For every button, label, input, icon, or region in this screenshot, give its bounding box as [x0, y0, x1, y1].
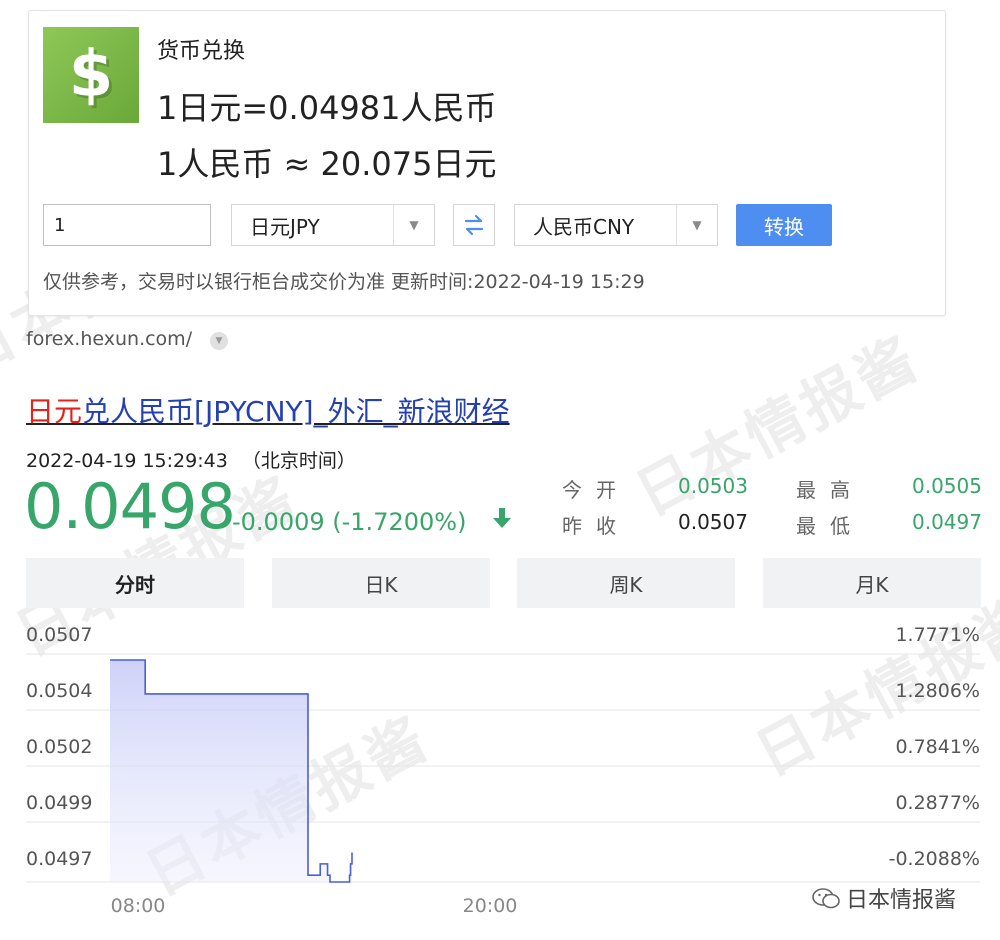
low-label: 最低 [796, 514, 864, 538]
watermark: 日本情报酱 [624, 323, 931, 530]
timezone-label: （北京时间） [241, 450, 356, 472]
currency-converter-card: $ 货币兑换 1日元=0.04981人民币 1人民币 ≈ 20.075日元 日元… [28, 10, 946, 316]
amount-input[interactable] [43, 204, 211, 246]
result-title-link[interactable]: 日元兑人民币[JPYCNY]_外汇_新浪财经 [26, 390, 510, 430]
to-currency-value: 人民币CNY [533, 214, 635, 239]
current-price: 0.0498 [24, 470, 236, 543]
dollar-icon: $ [43, 27, 139, 123]
y-tick-label-left: 0.0502 [26, 736, 92, 758]
x-tick-label: 08:00 [111, 895, 166, 917]
chevron-down-icon: ▼ [676, 205, 717, 245]
y-tick-label-right: 1.2806% [895, 680, 980, 702]
open-label: 今开 [562, 478, 630, 502]
from-currency-value: 日元JPY [250, 214, 320, 239]
open-value: 0.0503 [678, 474, 748, 498]
arrow-down-icon [493, 508, 511, 528]
chevron-down-icon[interactable]: ▼ [210, 332, 228, 350]
tab-intraday[interactable]: 分时 [26, 558, 244, 608]
timestamp-value: 2022-04-19 15:29:43 [26, 450, 228, 472]
wechat-tag: 日本情报酱 [812, 882, 956, 914]
y-tick-label-left: 0.0507 [26, 624, 92, 646]
y-tick-label-right: 0.7841% [895, 736, 980, 758]
y-tick-label-left: 0.0497 [26, 848, 92, 870]
high-value: 0.0505 [912, 474, 982, 498]
quote-timestamp: 2022-04-19 15:29:43 （北京时间） [26, 446, 356, 473]
result-title-highlight: 日元 [26, 395, 83, 428]
wechat-icon [812, 888, 840, 909]
converter-title: 货币兑换 [157, 39, 246, 64]
tab-daily-k[interactable]: 日K [272, 558, 490, 608]
tab-weekly-k[interactable]: 周K [517, 558, 735, 608]
low-value: 0.0497 [912, 510, 982, 534]
rate-cny-to-jpy: 1人民币 ≈ 20.075日元 [157, 145, 497, 183]
to-currency-select[interactable]: 人民币CNY ▼ [514, 204, 718, 246]
x-tick-label: 20:00 [463, 895, 518, 917]
rate-jpy-to-cny: 1日元=0.04981人民币 [157, 89, 497, 127]
prev-close-label: 昨收 [562, 514, 630, 538]
y-tick-label-right: 0.2877% [895, 792, 980, 814]
disclaimer-text: 仅供参考，交易时以银行柜台成交价为准 更新时间:2022-04-19 15:29 [43, 271, 645, 293]
y-tick-label-right: 1.7771% [895, 624, 980, 646]
wechat-account-name: 日本情报酱 [846, 888, 957, 913]
result-title-rest: 兑人民币[JPYCNY]_外汇_新浪财经 [82, 395, 510, 428]
high-label: 最高 [796, 478, 864, 502]
y-tick-label-left: 0.0504 [26, 680, 92, 702]
tab-monthly-k[interactable]: 月K [763, 558, 981, 608]
prev-close-value: 0.0507 [678, 510, 748, 534]
convert-button[interactable]: 转换 [736, 204, 832, 246]
price-change: -0.0009 (-1.7200%) [232, 508, 467, 536]
swap-currencies-button[interactable] [453, 204, 495, 246]
from-currency-select[interactable]: 日元JPY ▼ [231, 204, 435, 246]
chevron-down-icon: ▼ [393, 205, 434, 245]
y-tick-label-right: -0.2088% [889, 848, 980, 870]
source-url[interactable]: forex.hexun.com/ [26, 328, 192, 350]
swap-icon [464, 214, 484, 236]
y-tick-label-left: 0.0499 [26, 792, 92, 814]
